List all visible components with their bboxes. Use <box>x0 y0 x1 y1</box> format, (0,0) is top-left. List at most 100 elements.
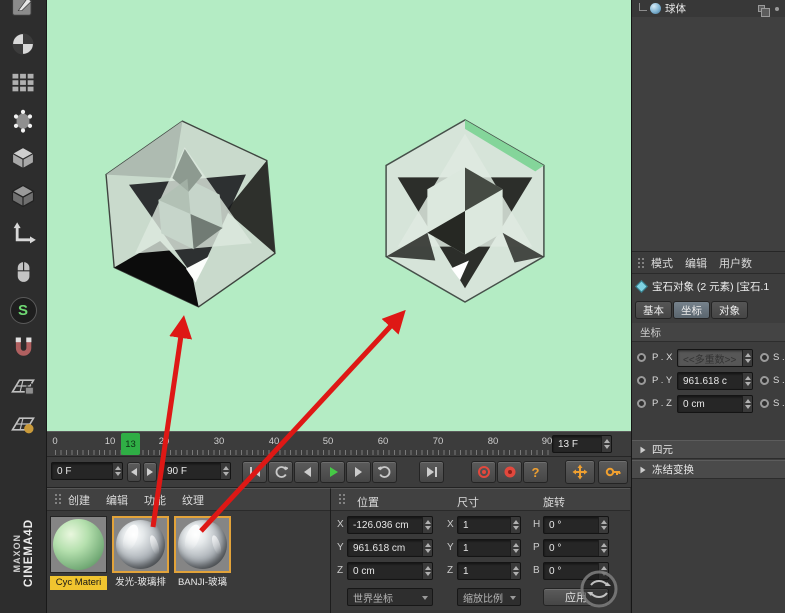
range-start-stepper[interactable] <box>112 463 122 479</box>
menu-create[interactable]: 创建 <box>68 492 90 508</box>
tab-coordinates[interactable]: 坐标 <box>673 301 710 319</box>
size-x-field[interactable]: 1 <box>457 516 521 534</box>
stepper[interactable] <box>422 517 432 533</box>
gem-object-right[interactable] <box>365 112 565 310</box>
scale-mode-dropdown[interactable]: 缩放比例 <box>457 588 521 606</box>
size-z-field[interactable]: 1 <box>457 562 521 580</box>
size-y-field[interactable]: 1 <box>457 539 521 557</box>
position-x-value: -126.036 cm <box>353 519 409 531</box>
record-position-button[interactable] <box>471 461 496 483</box>
range-end-stepper[interactable] <box>220 463 230 479</box>
material-name-cyc[interactable]: Cyc Materi <box>50 576 107 590</box>
pz-field[interactable]: 0 cm <box>677 395 753 413</box>
viewport-solo-icon[interactable] <box>3 254 43 290</box>
group-freeze-transform[interactable]: 冻结变换 <box>632 460 785 479</box>
stepper[interactable] <box>510 517 520 533</box>
tab-object[interactable]: 对象 <box>711 301 748 319</box>
range-start-value: 0 F <box>57 465 72 477</box>
gem-object-icon <box>635 279 648 293</box>
range-end-field[interactable]: 90 F <box>161 462 231 480</box>
polygons-mode-icon[interactable] <box>3 178 43 214</box>
material-thumb-cyc[interactable] <box>50 516 107 573</box>
magnet-snap-icon[interactable] <box>3 330 43 366</box>
stepper[interactable] <box>742 350 752 366</box>
keyframe-ring-icon[interactable] <box>637 399 646 408</box>
group-quaternion[interactable]: 四元 <box>632 440 785 459</box>
goto-end-button[interactable] <box>419 461 444 483</box>
keyframe-ring-icon[interactable] <box>637 376 646 385</box>
position-z-field[interactable]: 0 cm <box>347 562 433 580</box>
stepper[interactable] <box>742 396 752 412</box>
coordinate-space-dropdown[interactable]: 世界坐标 <box>347 588 433 606</box>
material-thumb-banji-glass[interactable] <box>174 516 231 573</box>
range-next-button[interactable] <box>143 462 157 482</box>
edges-mode-icon[interactable] <box>3 140 43 176</box>
material-thumb-glow-glass[interactable] <box>112 516 169 573</box>
make-editable-icon[interactable] <box>3 0 43 24</box>
play-forward-button[interactable] <box>372 461 397 483</box>
object-item-sphere[interactable]: 球体 <box>632 0 785 17</box>
enable-axis-icon[interactable] <box>3 216 43 252</box>
key-lock-button[interactable] <box>598 460 628 484</box>
viewport-3d[interactable] <box>47 0 631 431</box>
tab-basic[interactable]: 基本 <box>635 301 672 319</box>
apply-button[interactable]: 应用 <box>543 588 609 606</box>
enable-dot-icon[interactable] <box>775 6 779 11</box>
py-field[interactable]: 961.618 c <box>677 372 753 390</box>
material-name-glow-glass[interactable]: 发光-玻璃排 <box>112 576 169 590</box>
help-button[interactable]: ? <box>523 461 548 483</box>
stepper[interactable] <box>598 563 608 579</box>
rotation-p-field[interactable]: 0 ° <box>543 539 609 557</box>
snap-grid-icon[interactable] <box>3 406 43 442</box>
menu-texture[interactable]: 纹理 <box>182 492 204 508</box>
uv-grid-icon[interactable] <box>3 64 43 100</box>
menu-function[interactable]: 功能 <box>144 492 166 508</box>
stepper[interactable] <box>598 517 608 533</box>
position-z-value: 0 cm <box>353 565 375 577</box>
material-name-banji-glass[interactable]: BANJI-玻璃 <box>174 576 231 590</box>
stepper[interactable] <box>510 563 520 579</box>
px-field[interactable]: <<多重数>> <box>677 349 753 367</box>
position-x-field[interactable]: -126.036 cm <box>347 516 433 534</box>
timeline-ruler[interactable]: 0 10 20 30 40 50 60 70 80 90 13 13 F <box>47 431 631 457</box>
current-frame-marker[interactable]: 13 <box>121 433 140 455</box>
rotation-b-field[interactable]: 0 ° <box>543 562 609 580</box>
range-start-field[interactable]: 0 F <box>51 462 123 480</box>
points-mode-icon[interactable] <box>3 102 43 138</box>
menu-user-data[interactable]: 用户数 <box>719 255 752 271</box>
panel-grip-icon[interactable] <box>55 494 62 505</box>
keyframe-ring-icon[interactable] <box>760 353 769 362</box>
gem-object-left[interactable] <box>79 99 302 328</box>
snap-s-icon[interactable]: S <box>3 292 43 328</box>
keyframe-ring-icon[interactable] <box>760 376 769 385</box>
menu-edit[interactable]: 编辑 <box>685 255 707 271</box>
play-button[interactable] <box>320 461 345 483</box>
stepper[interactable] <box>510 540 520 556</box>
position-y-field[interactable]: 961.618 cm <box>347 539 433 557</box>
visibility-toggle-icon[interactable] <box>758 5 770 17</box>
texture-mode-icon[interactable] <box>3 26 43 62</box>
scale-mode-value: 缩放比例 <box>463 593 503 605</box>
keyframe-ring-icon[interactable] <box>637 353 646 362</box>
panel-grip-icon[interactable] <box>638 257 645 269</box>
keyframe-ring-icon[interactable] <box>760 399 769 408</box>
stepper[interactable] <box>598 540 608 556</box>
previous-frame-button[interactable] <box>294 461 319 483</box>
frame-number-stepper[interactable] <box>601 436 611 452</box>
stepper[interactable] <box>422 540 432 556</box>
menu-edit[interactable]: 编辑 <box>106 492 128 508</box>
play-backward-button[interactable] <box>268 461 293 483</box>
goto-start-button[interactable] <box>242 461 267 483</box>
frame-number-field[interactable]: 13 F <box>552 435 612 453</box>
autokey-button[interactable] <box>497 461 522 483</box>
workplane-lock-icon[interactable] <box>3 368 43 404</box>
stepper[interactable] <box>742 373 752 389</box>
rotation-h-field[interactable]: 0 ° <box>543 516 609 534</box>
next-frame-button[interactable] <box>346 461 371 483</box>
stepper[interactable] <box>422 563 432 579</box>
object-manager[interactable] <box>632 0 785 252</box>
menu-mode[interactable]: 模式 <box>651 255 673 271</box>
range-prev-button[interactable] <box>127 462 141 482</box>
move-tool-button[interactable] <box>565 460 595 484</box>
panel-grip-icon[interactable] <box>339 494 346 505</box>
